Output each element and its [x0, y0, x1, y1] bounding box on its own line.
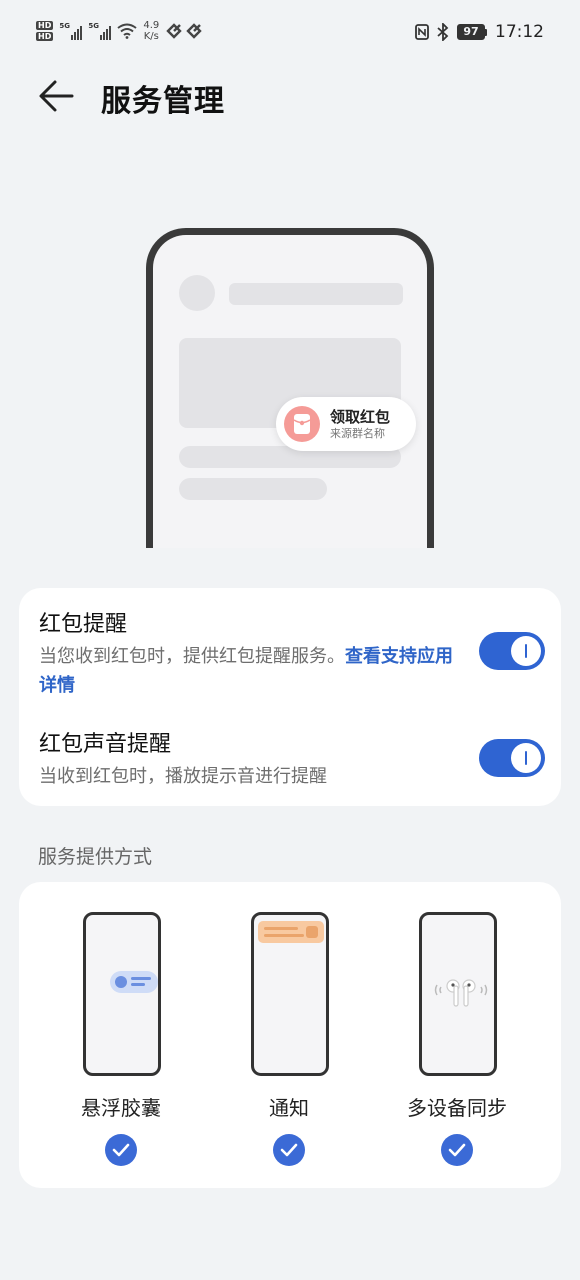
battery-icon: 97: [457, 24, 487, 40]
battery-level: 97: [457, 24, 485, 40]
checkmark-icon[interactable]: [105, 1134, 137, 1166]
red-packet-reminder-desc: 当您收到红包时，提供红包提醒服务。查看支持应用详情: [39, 642, 469, 700]
notification-banner-icon: [258, 921, 324, 943]
sound-reminder-toggle[interactable]: [479, 739, 545, 777]
hd-badge: HD: [36, 32, 54, 41]
speed-unit: K/s: [143, 31, 159, 42]
floating-capsule-preview[interactable]: [83, 912, 161, 1076]
sound-reminder-title: 红包声音提醒: [39, 732, 172, 757]
option-multi-device-sync[interactable]: 多设备同步: [387, 912, 527, 1172]
bluetooth-icon: [437, 23, 449, 41]
hd-badges: HD HD: [36, 21, 54, 41]
option-label: 多设备同步: [407, 1096, 507, 1120]
capsule-pill-icon: [110, 971, 158, 993]
heart-link-icon: [166, 23, 202, 39]
wifi-icon: [117, 23, 137, 39]
network-type: 5G: [59, 22, 70, 30]
signal-icon: 5G: [88, 22, 112, 40]
hd-badge: HD: [36, 21, 54, 30]
option-notification[interactable]: 通知: [219, 912, 359, 1172]
red-packet-reminder-toggle[interactable]: [479, 632, 545, 670]
phone-illustration: 领取红包 来源群名称: [146, 228, 434, 548]
red-packet-capsule: 领取红包 来源群名称: [276, 397, 416, 451]
network-speed: 4.9 K/s: [143, 20, 159, 42]
network-type: 5G: [88, 22, 99, 30]
signal-icon: 5G: [59, 22, 83, 40]
settings-card: 红包提醒 当您收到红包时，提供红包提醒服务。查看支持应用详情 红包声音提醒 当收…: [19, 588, 561, 806]
placeholder-line: [229, 283, 403, 305]
option-label: 悬浮胶囊: [81, 1096, 161, 1120]
option-floating-capsule[interactable]: 悬浮胶囊: [51, 912, 191, 1172]
desc-text: 当您收到红包时，提供红包提醒服务。: [39, 646, 345, 667]
earbuds-icon: [434, 979, 488, 1007]
back-button[interactable]: [38, 79, 78, 113]
multi-device-preview[interactable]: [419, 912, 497, 1076]
checkmark-icon[interactable]: [273, 1134, 305, 1166]
capsule-title: 领取红包: [330, 408, 391, 426]
placeholder-line: [179, 478, 327, 500]
placeholder-avatar: [179, 275, 215, 311]
clock: 17:12: [495, 22, 544, 42]
option-label: 通知: [269, 1096, 309, 1120]
notification-preview[interactable]: [251, 912, 329, 1076]
speed-value: 4.9: [143, 20, 160, 31]
nfc-icon: [415, 24, 429, 40]
service-options-card: 悬浮胶囊 通知 多设备同步: [19, 882, 561, 1188]
back-arrow-icon: [39, 80, 74, 112]
red-packet-reminder-title: 红包提醒: [39, 612, 128, 637]
checkmark-icon[interactable]: [441, 1134, 473, 1166]
status-bar: HD HD 5G 5G 4.9 K/s 97 17:12: [0, 0, 580, 68]
capsule-subtitle: 来源群名称: [330, 427, 385, 440]
page-title: 服务管理: [101, 84, 225, 119]
section-label: 服务提供方式: [38, 846, 153, 868]
sound-reminder-desc: 当收到红包时，播放提示音进行提醒: [39, 766, 327, 787]
red-packet-icon: [284, 406, 320, 442]
